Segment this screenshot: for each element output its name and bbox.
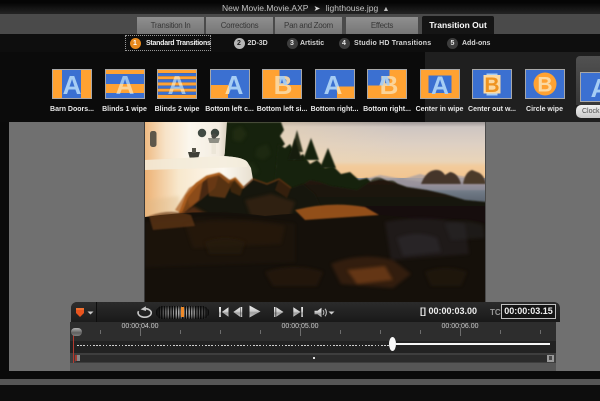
svg-text:A: A: [430, 72, 448, 98]
svg-text:A: A: [63, 70, 82, 98]
svg-text:A: A: [591, 73, 600, 101]
svg-text:B: B: [484, 74, 499, 97]
svg-text:B: B: [537, 74, 552, 97]
